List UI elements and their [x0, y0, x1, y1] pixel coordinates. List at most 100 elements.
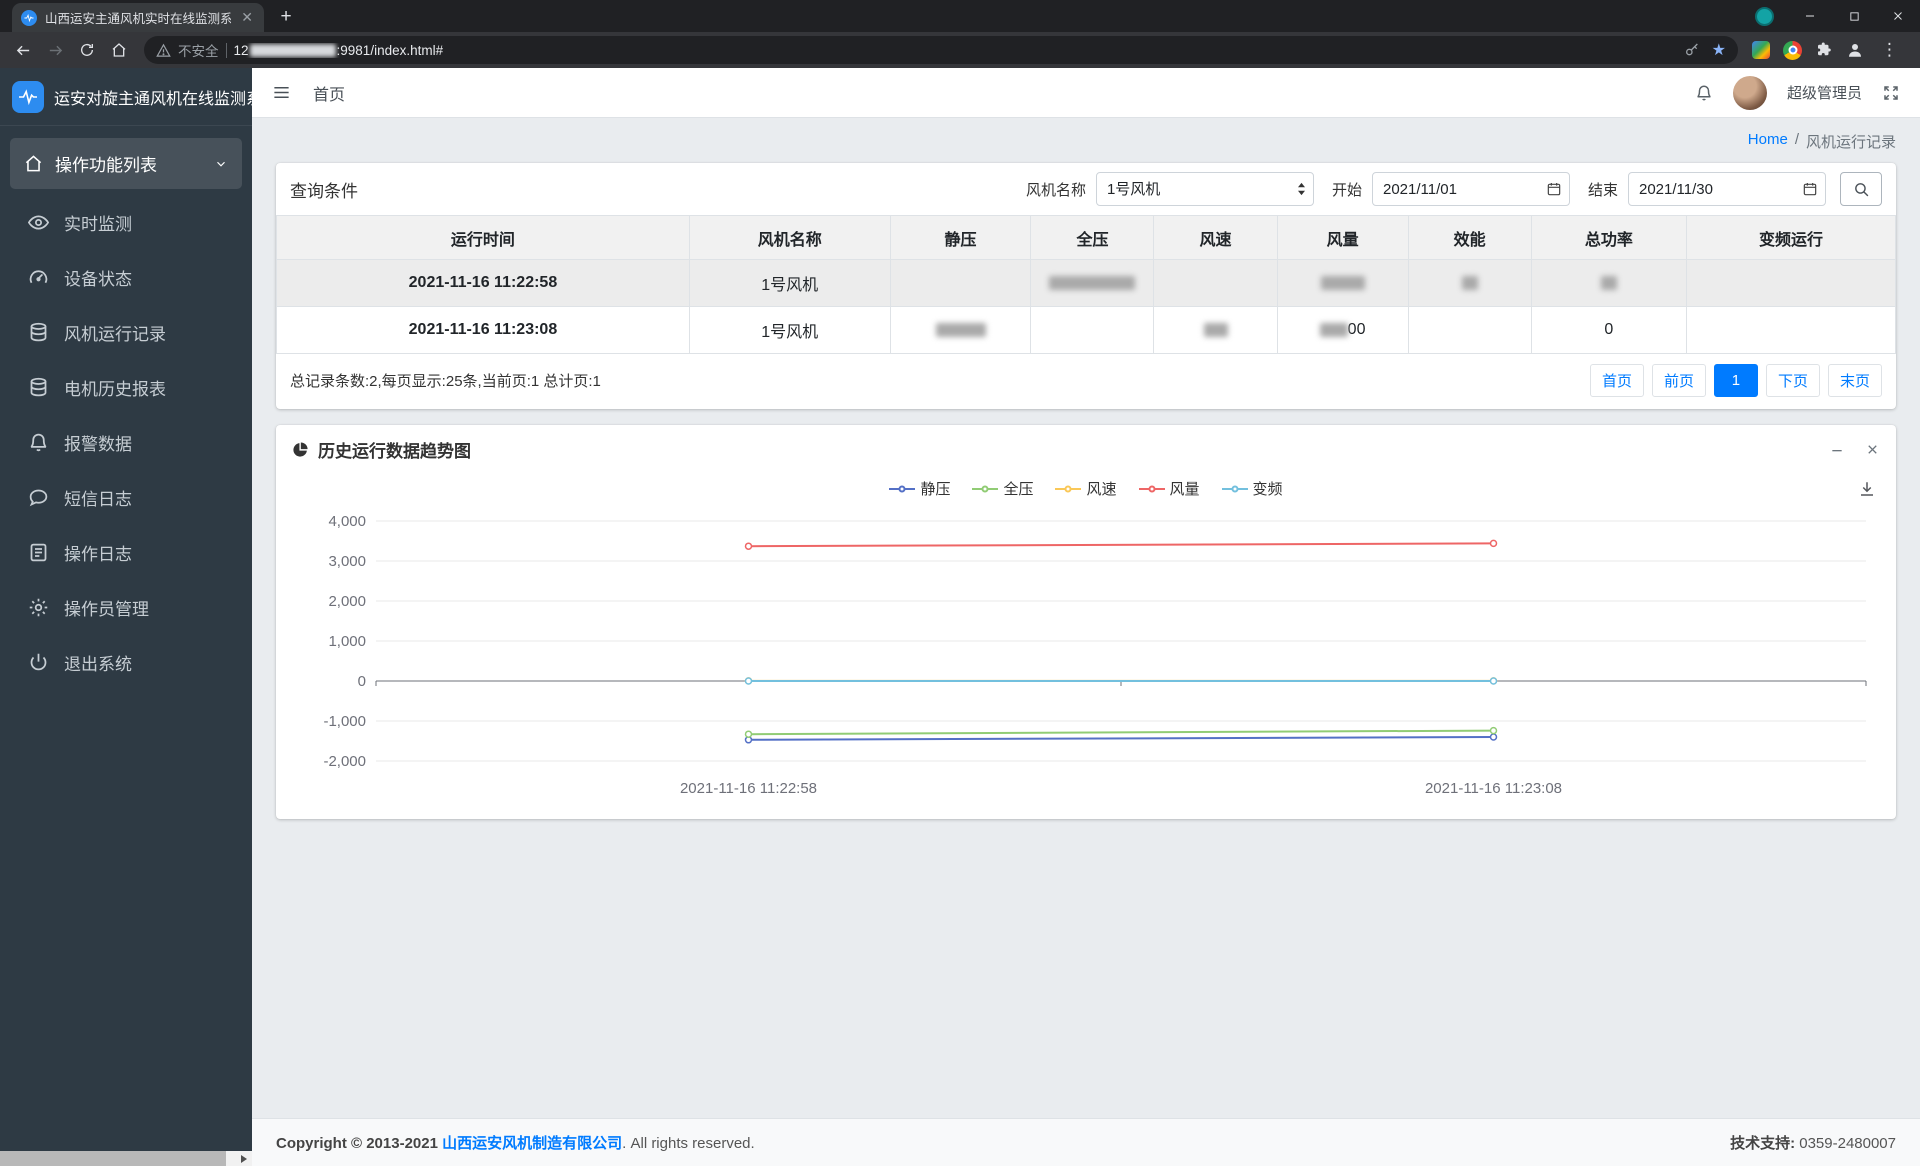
table-row[interactable]: 2021-11-16 11:22:58 1号风机 — [276, 259, 1896, 307]
window-maximize-button[interactable] — [1832, 0, 1876, 32]
extensions-puzzle-icon[interactable] — [1815, 41, 1833, 59]
back-button[interactable] — [8, 35, 38, 65]
sidebar-item[interactable]: 电机历史报表 — [0, 360, 252, 415]
breadcrumb-current: 风机运行记录 — [1805, 134, 1896, 151]
legend-item[interactable]: 全压 — [972, 478, 1033, 499]
scrollbar-thumb[interactable] — [0, 1151, 226, 1166]
database-icon — [28, 377, 49, 398]
page-button[interactable]: 前页 — [1651, 364, 1706, 397]
end-date-input[interactable] — [1628, 172, 1826, 206]
table-header-cell: 变频运行 — [1686, 215, 1896, 260]
hamburger-menu-icon[interactable] — [272, 83, 291, 102]
sidebar-item[interactable]: 操作日志 — [0, 525, 252, 580]
gear-icon — [28, 597, 49, 618]
url-divider — [225, 42, 227, 58]
legend-item[interactable]: 变频 — [1221, 478, 1283, 499]
gauge-icon — [28, 267, 49, 288]
records-card: 查询条件 风机名称 1号风机 开始 结束 — [276, 163, 1896, 409]
sidebar-item[interactable]: 报警数据 — [0, 415, 252, 470]
redacted-value — [1461, 275, 1478, 290]
url-redacted-block — [249, 43, 336, 57]
page-button-current[interactable]: 1 — [1713, 364, 1758, 397]
legend-marker-icon — [889, 483, 916, 495]
new-tab-button[interactable]: + — [272, 3, 300, 31]
legend-item[interactable]: 风速 — [1055, 478, 1117, 499]
window-close-button[interactable] — [1876, 0, 1920, 32]
start-date-input[interactable] — [1371, 172, 1570, 206]
profile-badge-icon[interactable] — [1755, 6, 1774, 26]
browser-profile-icon[interactable] — [1846, 41, 1864, 59]
table-cell — [1276, 259, 1409, 307]
log-icon — [28, 542, 49, 563]
legend-marker-icon — [1138, 483, 1165, 495]
window-minimize-button[interactable] — [1788, 0, 1832, 32]
bookmark-star-icon[interactable]: ★ — [1712, 40, 1726, 60]
table-cell: 00 — [1276, 306, 1409, 354]
legend-item[interactable]: 静压 — [889, 478, 950, 499]
refresh-button[interactable] — [72, 35, 102, 65]
records-table: 运行时间 风机名称 静压 全压 风速 风量 效能 总功率 变频运行 2021-11-16 11:… — [276, 215, 1896, 354]
svg-text:4,000: 4,000 — [328, 513, 366, 530]
sidebar-item[interactable]: 操作员管理 — [0, 580, 252, 635]
legend-item[interactable]: 风量 — [1138, 478, 1200, 499]
brand[interactable]: 运安对旋主通风机在线监测系统 — [0, 68, 252, 126]
power-icon — [28, 652, 49, 673]
page-button[interactable]: 首页 — [1589, 364, 1644, 397]
address-bar[interactable]: 不安全 12:9981/index.html# ★ — [144, 36, 1738, 64]
page-button[interactable]: 末页 — [1827, 364, 1882, 397]
table-header-cell: 运行时间 — [276, 215, 690, 260]
breadcrumb-separator: / — [1794, 131, 1799, 148]
browser-home-button[interactable] — [104, 35, 134, 65]
username-label: 超级管理员 — [1786, 85, 1862, 102]
download-icon[interactable] — [1858, 480, 1876, 498]
breadcrumb-home-link[interactable]: Home — [1748, 131, 1788, 152]
sidebar-item[interactable]: 短信日志 — [0, 470, 252, 525]
chrome-logo-icon[interactable] — [1783, 40, 1802, 60]
user-avatar[interactable] — [1732, 75, 1767, 110]
sidebar-item[interactable]: 风机运行记录 — [0, 305, 252, 360]
sidebar-item[interactable]: 退出系统 — [0, 635, 252, 690]
table-cell: 0 — [1530, 306, 1688, 354]
colorful-extension-icon[interactable] — [1752, 41, 1770, 59]
browser-tab-bar: 山西运安主通风机实时在线监测系... ✕ + — [0, 0, 1920, 32]
close-icon[interactable] — [1865, 442, 1880, 458]
table-cell: 2021-11-16 11:22:58 — [276, 259, 690, 307]
search-button[interactable] — [1840, 172, 1882, 206]
notifications-bell-icon[interactable] — [1695, 84, 1713, 102]
tab-close-icon[interactable]: ✕ — [239, 9, 255, 26]
browser-tab[interactable]: 山西运安主通风机实时在线监测系... ✕ — [12, 3, 264, 32]
sidebar-item[interactable]: 实时监测 — [0, 195, 252, 250]
table-row[interactable]: 2021-11-16 11:23:08 1号风机 00 0 — [276, 306, 1896, 354]
minimize-icon[interactable] — [1829, 442, 1845, 458]
table-cell — [1030, 259, 1155, 307]
fan-select[interactable]: 1号风机 — [1095, 172, 1314, 206]
sidebar: 运安对旋主通风机在线监测系统 操作功能列表 实时监测设备状态风机运行记录电机历史… — [0, 68, 252, 1166]
navbar-home-link[interactable]: 首页 — [313, 81, 345, 105]
table-cell — [1686, 306, 1896, 354]
legend-marker-icon — [972, 483, 999, 495]
browser-menu-kebab-icon[interactable]: ⋮ — [1877, 40, 1902, 60]
page-button[interactable]: 下页 — [1765, 364, 1820, 397]
breadcrumb: Home / 风机运行记录 — [252, 118, 1920, 163]
sidebar-section-operations[interactable]: 操作功能列表 — [10, 138, 242, 189]
forward-button[interactable] — [40, 35, 70, 65]
redacted-value — [1049, 275, 1136, 290]
tab-favicon — [21, 9, 37, 26]
company-link[interactable]: 山西运安风机制造有限公司 — [442, 1135, 622, 1152]
end-date-label: 结束 — [1587, 181, 1618, 199]
fullscreen-expand-icon[interactable] — [1882, 84, 1900, 102]
fan-name-label: 风机名称 — [1025, 181, 1086, 199]
sidebar-menu: 实时监测 设备状态 风机运行记录 电机历史报表 报警数据 短信日志 操作日志 操作员管理 退出系… — [0, 195, 252, 690]
redacted-value — [1600, 275, 1617, 290]
footer: Copyright © 2013-2021 山西运安风机制造有限公司. All … — [252, 1118, 1920, 1166]
search-icon — [1854, 182, 1868, 196]
table-header-cell: 静压 — [889, 215, 1032, 260]
scrollbar-arrow-right[interactable] — [235, 1151, 252, 1166]
key-icon[interactable] — [1684, 42, 1700, 58]
sidebar-horizontal-scrollbar[interactable] — [0, 1151, 252, 1166]
svg-text:2,000: 2,000 — [328, 593, 366, 610]
brand-title: 运安对旋主通风机在线监测系统 — [54, 90, 252, 108]
brand-logo-icon — [12, 80, 44, 113]
url-text: 12:9981/index.html# — [233, 42, 444, 58]
sidebar-item[interactable]: 设备状态 — [0, 250, 252, 305]
